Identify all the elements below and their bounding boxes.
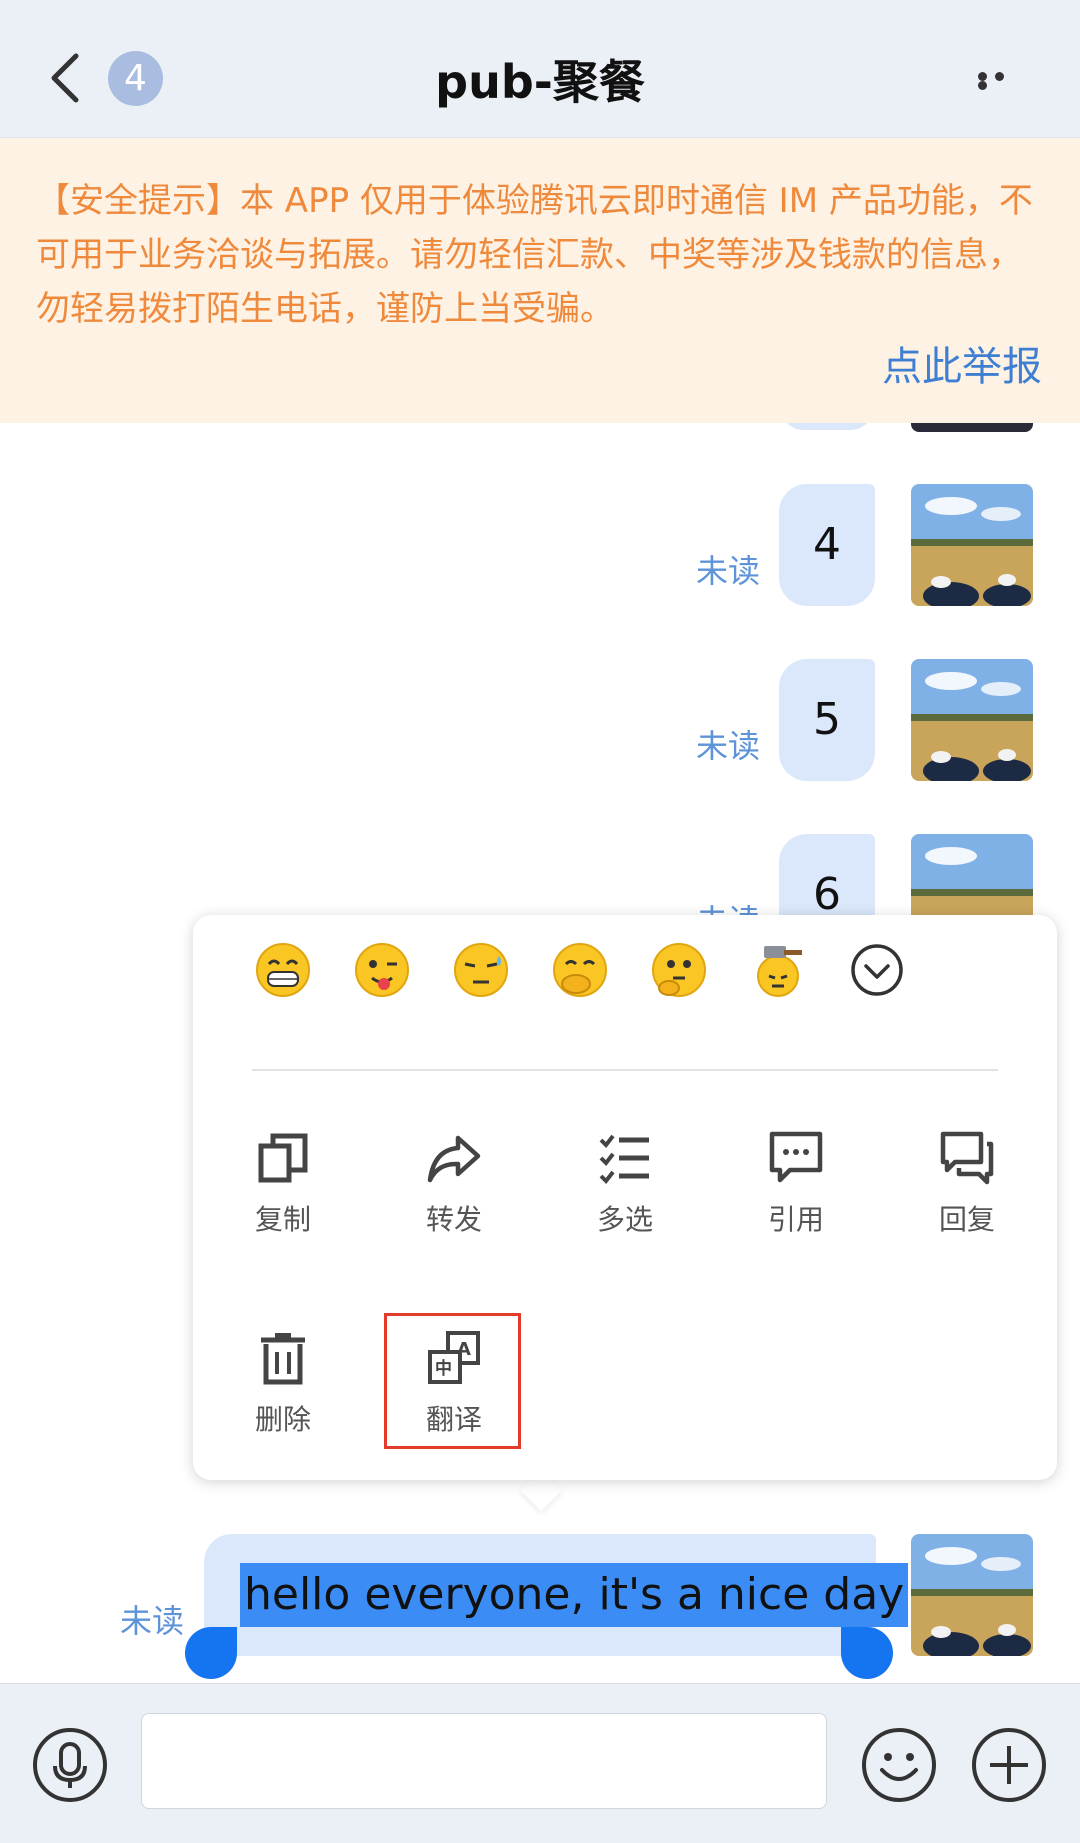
read-status: 未读 <box>120 1602 185 1640</box>
avatar[interactable] <box>911 1534 1033 1656</box>
sweat-emoji[interactable] <box>453 942 509 998</box>
message-bubble[interactable]: 4 <box>779 484 875 606</box>
report-link[interactable]: 点此举报 <box>882 334 1042 392</box>
copy-button[interactable]: 复制 <box>228 1130 338 1238</box>
read-status: 未读 <box>696 552 761 590</box>
hammer-emoji[interactable] <box>750 942 806 998</box>
avatar[interactable] <box>911 659 1033 781</box>
forward-label: 转发 <box>425 1203 482 1236</box>
security-notice-text: 【安全提示】本 APP 仅用于体验腾讯云即时通信 IM 产品功能，不可用于业务洽… <box>36 181 1033 329</box>
selection-end-handle[interactable] <box>841 1627 893 1679</box>
quote-icon <box>769 1131 823 1183</box>
delete-label: 删除 <box>254 1403 311 1436</box>
popup-divider <box>252 1069 998 1071</box>
quote-button[interactable]: 引用 <box>741 1130 851 1238</box>
multi-select-icon <box>599 1134 649 1185</box>
copy-icon <box>258 1133 308 1183</box>
message-input[interactable] <box>141 1713 827 1809</box>
translate-highlight-box <box>384 1313 521 1449</box>
reply-label: 回复 <box>938 1203 995 1236</box>
thinking-emoji[interactable] <box>651 942 707 998</box>
more-input-plus-icon[interactable] <box>970 1726 1048 1804</box>
tongue-wink-emoji[interactable] <box>354 942 410 998</box>
voice-input-icon[interactable] <box>31 1726 109 1804</box>
reply-icon <box>940 1131 994 1185</box>
delete-button[interactable]: 删除 <box>228 1330 338 1438</box>
selection-start-handle[interactable] <box>185 1627 237 1679</box>
covered-laugh-emoji[interactable] <box>552 942 608 998</box>
copy-label: 复制 <box>254 1203 311 1236</box>
read-status: 未读 <box>696 727 761 765</box>
forward-button[interactable]: 转发 <box>399 1130 509 1238</box>
message-bubble[interactable]: 5 <box>779 659 875 781</box>
expand-emoji-icon[interactable] <box>849 942 905 998</box>
quote-label: 引用 <box>767 1203 824 1236</box>
forward-icon <box>427 1135 481 1183</box>
grin-emoji[interactable] <box>255 942 311 998</box>
multi-select-label: 多选 <box>596 1203 653 1236</box>
avatar[interactable] <box>911 484 1033 606</box>
emoji-picker-icon[interactable] <box>860 1726 938 1804</box>
reply-button[interactable]: 回复 <box>912 1130 1022 1238</box>
selected-message-text[interactable]: hello everyone, it's a nice day <box>240 1563 909 1627</box>
multi-select-button[interactable]: 多选 <box>570 1130 680 1238</box>
security-notice-banner: 【安全提示】本 APP 仅用于体验腾讯云即时通信 IM 产品功能，不可用于业务洽… <box>0 138 1080 423</box>
delete-icon <box>261 1333 305 1385</box>
